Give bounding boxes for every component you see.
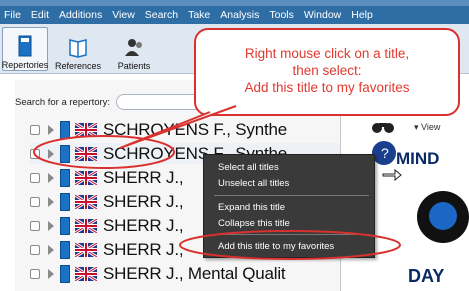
highlight-ellipse-row [33,135,175,169]
callout-pointer [119,105,237,149]
annotation-overlay [33,105,401,260]
highlight-ellipse-menu-item [179,230,401,260]
callout-line-2: then select: [292,63,362,78]
callout-text: Right mouse click on a title, then selec… [194,45,460,96]
callout-line-1: Right mouse click on a title, [244,46,410,61]
callout-line-3: Add this title to my favorites [244,80,410,95]
